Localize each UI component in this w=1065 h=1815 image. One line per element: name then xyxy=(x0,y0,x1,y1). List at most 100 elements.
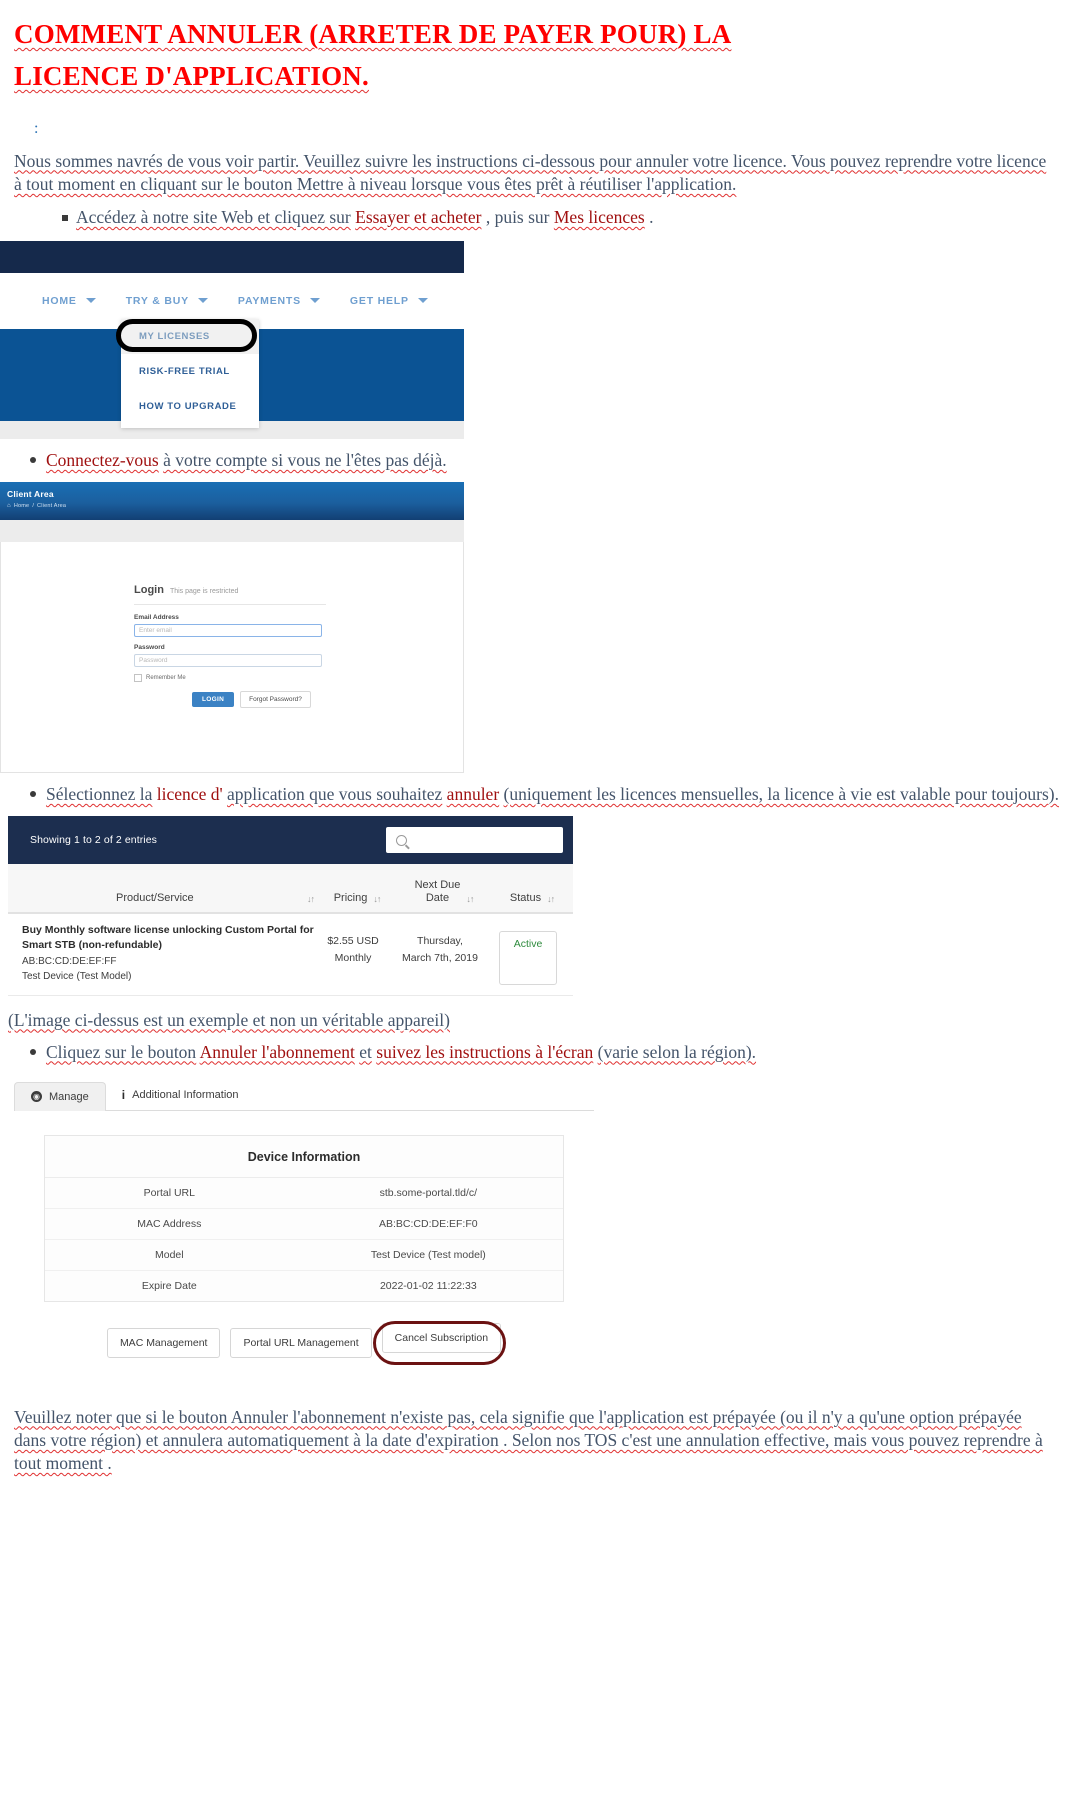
client-area-header: Client Area ⌂ Home / Client Area xyxy=(0,482,464,521)
tab-additional-information-label: Additional Information xyxy=(132,1088,239,1101)
screenshot-site-navigation: HOME TRY & BUY PAYMENTS GET HELP MY LICE… xyxy=(0,240,464,439)
nav-item-home[interactable]: HOME xyxy=(42,295,96,307)
client-area-title: Client Area xyxy=(7,489,54,500)
pricing-amount: $2.55 USD xyxy=(327,935,379,948)
login-form: Login This page is restricted Email Addr… xyxy=(1,542,463,709)
step-1-list: Accédez à notre site Web et cliquez sur … xyxy=(0,206,1065,229)
column-header-next-due-line-1: Next Due xyxy=(414,878,461,891)
login-subtitle: This page is restricted xyxy=(169,588,239,596)
device-info-value: stb.some-portal.tld/c/ xyxy=(379,1186,478,1199)
footer-note: Veuillez noter que si le bouton Annuler … xyxy=(14,1406,1043,1473)
column-header-next-due-date[interactable]: Next Due Date ↓↑ xyxy=(396,879,492,912)
nav-top-bar xyxy=(0,240,464,273)
page-title: COMMENT ANNULER (ARRETER DE PAYER POUR) … xyxy=(14,14,934,98)
step-2-item: Connectez-vous à votre compte si vous ne… xyxy=(30,449,1065,472)
chevron-down-icon xyxy=(309,298,320,304)
screenshot-manage-panel: ◉ Manage i Additional Information Device… xyxy=(14,1076,594,1392)
nav-item-try-and-buy[interactable]: TRY & BUY xyxy=(126,295,208,307)
cell-product: Buy Monthly software license unlocking C… xyxy=(8,923,314,984)
search-input[interactable] xyxy=(386,827,563,854)
table-row[interactable]: Buy Monthly software license unlocking C… xyxy=(8,914,573,996)
tab-additional-information[interactable]: i Additional Information xyxy=(106,1080,255,1110)
nav-item-try-and-buy-label: TRY & BUY xyxy=(125,294,189,307)
step-4-text-c: et xyxy=(359,1041,372,1062)
pricing-cycle: Monthly xyxy=(334,951,372,964)
nav-items: HOME TRY & BUY PAYMENTS GET HELP xyxy=(0,295,428,307)
cell-next-due-date: Thursday, March 7th, 2019 xyxy=(392,923,488,984)
home-icon: ⌂ xyxy=(7,503,11,510)
step-4-emph-cancel: Annuler l'abonnement xyxy=(199,1041,355,1062)
step-3-emph-licence: licence d' xyxy=(156,784,223,805)
intro-paragraph: Nous sommes navrés de vous voir partir. … xyxy=(14,150,1047,194)
column-header-pricing-label: Pricing xyxy=(333,892,368,905)
forgot-password-button[interactable]: Forgot Password? xyxy=(240,691,311,709)
client-area-body: Login This page is restricted Email Addr… xyxy=(0,542,464,774)
email-field[interactable]: Enter email xyxy=(134,624,322,638)
device-info-key: MAC Address xyxy=(137,1217,202,1230)
step-1-text-c: . xyxy=(649,206,654,227)
search-icon xyxy=(396,834,407,846)
device-info-value: AB:BC:CD:DE:EF:F0 xyxy=(379,1217,478,1230)
login-button[interactable]: LOGIN xyxy=(192,692,235,708)
column-header-pricing[interactable]: Pricing ↓↑ xyxy=(318,892,396,912)
column-header-status[interactable]: Status ↓↑ xyxy=(492,892,572,912)
sort-icon: ↓↑ xyxy=(547,894,555,905)
cancel-subscription-button[interactable]: Cancel Subscription xyxy=(381,1322,502,1353)
status-badge: Active xyxy=(498,931,558,985)
chevron-down-icon xyxy=(85,298,96,304)
mac-management-button[interactable]: MAC Management xyxy=(106,1327,221,1358)
cell-status: Active xyxy=(488,923,568,985)
password-field[interactable]: Password xyxy=(134,654,322,668)
step-1-item: Accédez à notre site Web et cliquez sur … xyxy=(62,206,1065,229)
breadcrumb: ⌂ Home / Client Area xyxy=(7,503,66,509)
nav-dropdown-menu: MY LICENSES RISK-FREE TRIAL HOW TO UPGRA… xyxy=(121,318,259,428)
cell-pricing: $2.55 USD Monthly xyxy=(314,923,392,984)
dropdown-item-risk-free-trial[interactable]: RISK-FREE TRIAL xyxy=(121,354,259,389)
manage-action-buttons: MAC Management Portal URL Management Can… xyxy=(44,1302,564,1374)
remember-me-row[interactable]: Remember Me xyxy=(134,674,463,683)
product-device: Test Device (Test Model) xyxy=(22,971,132,983)
tab-manage[interactable]: ◉ Manage xyxy=(14,1081,106,1111)
info-icon: i xyxy=(121,1087,126,1102)
step-4-emph-instructions: suivez les instructions à l'écran xyxy=(376,1041,594,1062)
example-caption: (L'image ci-dessus est un exemple et non… xyxy=(8,1009,450,1030)
device-info-row: Portal URL stb.some-portal.tld/c/ xyxy=(45,1178,563,1209)
device-info-value: Test Device (Test model) xyxy=(370,1248,486,1261)
breadcrumb-separator: / xyxy=(32,503,35,510)
breadcrumb-home[interactable]: Home xyxy=(14,503,29,509)
login-heading-row: Login This page is restricted xyxy=(134,584,463,596)
column-header-product[interactable]: Product/Service ↓↑ xyxy=(8,892,318,912)
step-3-text-c: application que vous souhaitez xyxy=(227,784,443,805)
step-3-item: Sélectionnez la licence d' application q… xyxy=(30,783,1065,806)
step-4-text-e: (varie selon la région). xyxy=(597,1041,757,1062)
step-2-link-login[interactable]: Connectez-vous xyxy=(46,450,159,470)
tab-manage-label: Manage xyxy=(49,1090,89,1103)
portal-url-management-button[interactable]: Portal URL Management xyxy=(230,1327,372,1358)
step-1-link-my-licenses[interactable]: Mes licences xyxy=(554,207,645,227)
colon-marker: : xyxy=(34,119,40,137)
column-header-next-due-line-2: Date xyxy=(425,891,450,904)
breadcrumb-current: Client Area xyxy=(37,503,67,510)
device-info-key: Portal URL xyxy=(143,1186,195,1199)
nav-item-payments[interactable]: PAYMENTS xyxy=(238,295,320,307)
login-button-row: LOGIN Forgot Password? xyxy=(134,691,463,709)
password-label: Password xyxy=(134,644,165,652)
step-1-text-b: , puis sur xyxy=(485,206,550,227)
sort-icon: ↓↑ xyxy=(373,894,381,905)
remember-me-label: Remember Me xyxy=(146,675,186,682)
nav-hero-band: MY LICENSES RISK-FREE TRIAL HOW TO UPGRA… xyxy=(0,318,464,428)
screenshot-client-area: Client Area ⌂ Home / Client Area Login T… xyxy=(0,482,464,774)
step-1-link-try-and-buy[interactable]: Essayer et acheter xyxy=(355,207,481,227)
device-info-key: Expire Date xyxy=(141,1279,197,1292)
nav-item-get-help[interactable]: GET HELP xyxy=(350,295,428,307)
dropdown-item-my-licenses[interactable]: MY LICENSES xyxy=(121,318,259,354)
page-title-line-1: COMMENT ANNULER (ARRETER DE PAYER POUR) … xyxy=(14,19,732,49)
remember-me-checkbox[interactable] xyxy=(134,674,142,683)
device-info-key: Model xyxy=(155,1248,184,1261)
step-3-text-e: (uniquement les licences mensuelles, la … xyxy=(503,784,1059,805)
sort-icon: ↓↑ xyxy=(466,894,474,905)
dropdown-item-how-to-upgrade[interactable]: HOW TO UPGRADE xyxy=(121,389,259,424)
step-1-text-a: Accédez à notre site Web et cliquez sur xyxy=(76,206,351,227)
device-info-row: Model Test Device (Test model) xyxy=(45,1240,563,1271)
step-4-list: Cliquez sur le bouton Annuler l'abonneme… xyxy=(0,1041,1065,1064)
